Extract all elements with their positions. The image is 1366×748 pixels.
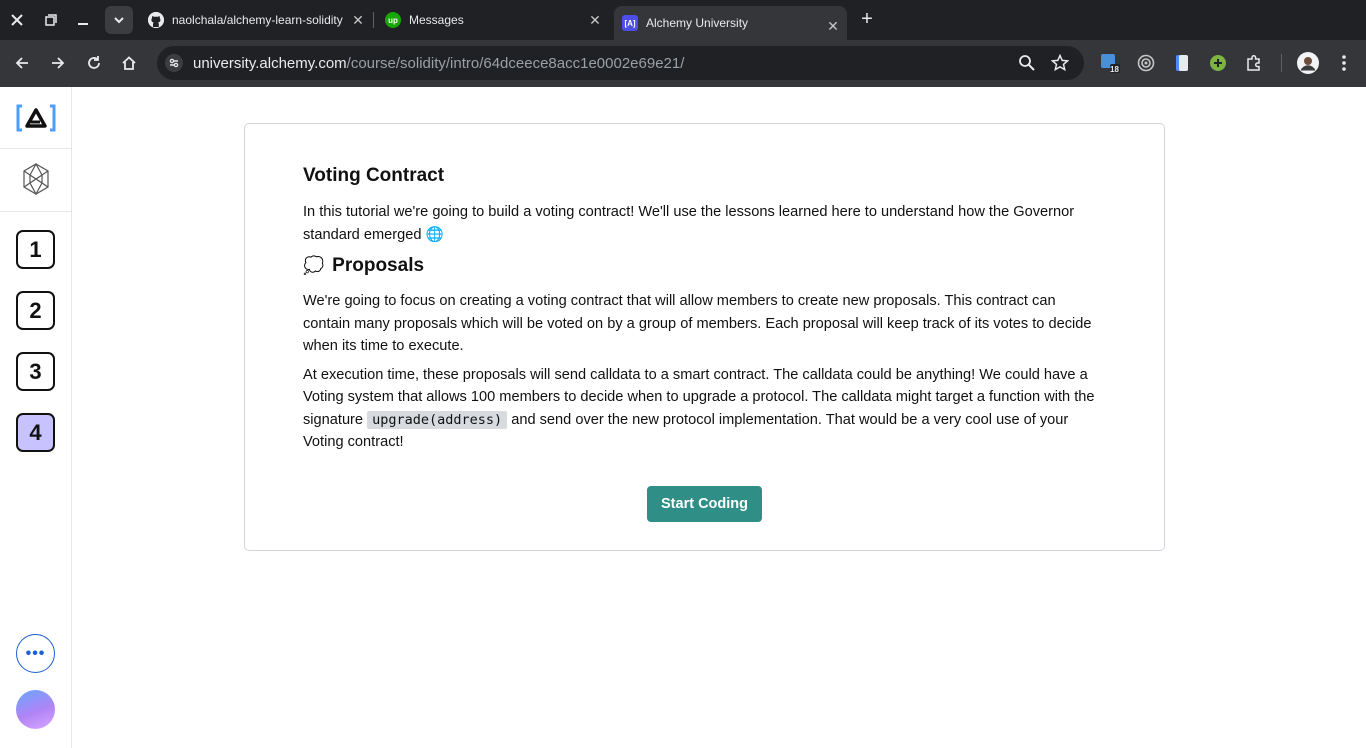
step-1-button[interactable]: 1: [16, 230, 55, 269]
tab-github[interactable]: naolchala/alchemy-learn-solidity ✕: [140, 6, 372, 34]
minimize-window-icon[interactable]: [71, 8, 95, 32]
start-coding-button[interactable]: Start Coding: [647, 486, 762, 522]
address-bar[interactable]: university.alchemy.com/course/solidity/i…: [157, 46, 1084, 80]
extension-badge-count: 18: [1110, 65, 1119, 74]
url-host: university.alchemy.com: [193, 55, 347, 72]
browser-menu-icon[interactable]: [1334, 53, 1354, 73]
intro-text: In this tutorial we're going to build a …: [303, 204, 1075, 243]
user-avatar[interactable]: [16, 690, 55, 729]
back-icon[interactable]: [10, 51, 34, 75]
restore-window-icon[interactable]: [39, 8, 63, 32]
extension-badge-icon[interactable]: 18: [1100, 53, 1120, 74]
sidebar-divider: [0, 148, 71, 149]
course-sidebar: 1 2 3 4 •••: [0, 87, 72, 748]
sidebar-divider: [0, 211, 71, 212]
section-title: Proposals: [332, 255, 425, 276]
add-extension-icon[interactable]: [1208, 53, 1228, 73]
tab-search-button[interactable]: [105, 6, 133, 34]
extensions-puzzle-icon[interactable]: [1244, 53, 1264, 73]
close-window-icon[interactable]: [5, 8, 29, 32]
reload-icon[interactable]: [82, 51, 106, 75]
lesson-title: Voting Contract: [303, 165, 445, 186]
upwork-icon: up: [385, 12, 401, 28]
zoom-icon[interactable]: [1018, 54, 1036, 72]
tab-title: Alchemy University: [646, 16, 749, 30]
target-extension-icon[interactable]: [1136, 53, 1156, 73]
browser-toolbar: university.alchemy.com/course/solidity/i…: [0, 40, 1366, 87]
section-heading: 💭 Proposals: [303, 252, 1103, 280]
bookmark-star-icon[interactable]: [1051, 54, 1069, 72]
url-path: /course/solidity/intro/64dceece8acc1e000…: [346, 55, 685, 72]
alchemy-icon: [A]: [622, 15, 638, 31]
tab-title: naolchala/alchemy-learn-solidity: [172, 13, 343, 27]
document-extension-icon[interactable]: [1172, 53, 1192, 73]
tab-messages[interactable]: up Messages ✕: [377, 6, 609, 34]
tab-title: Messages: [409, 13, 464, 27]
step-4-button[interactable]: 4: [16, 413, 55, 452]
close-tab-icon[interactable]: ✕: [825, 18, 841, 34]
forward-icon[interactable]: [46, 51, 70, 75]
alchemy-university-logo[interactable]: [16, 103, 56, 133]
tab-separator: [373, 12, 374, 28]
browser-tab-bar: naolchala/alchemy-learn-solidity ✕ up Me…: [0, 0, 1366, 40]
close-tab-icon[interactable]: ✕: [350, 12, 366, 28]
tab-alchemy-university[interactable]: [A] Alchemy University ✕: [614, 6, 847, 40]
more-dots-icon: •••: [25, 644, 46, 662]
profile-avatar-icon[interactable]: [1297, 52, 1319, 74]
home-icon[interactable]: [117, 51, 141, 75]
more-options-button[interactable]: •••: [16, 634, 55, 673]
proposals-paragraph-1: We're going to focus on creating a votin…: [303, 293, 1092, 354]
url-text: university.alchemy.com/course/solidity/i…: [193, 55, 684, 72]
proposals-paragraph-2: At execution time, these proposals will …: [303, 364, 1103, 454]
ethereum-course-icon[interactable]: [22, 163, 50, 195]
function-signature-code: upgrade(address): [367, 410, 508, 429]
close-tab-icon[interactable]: ✕: [587, 12, 603, 28]
toolbar-divider: [1281, 54, 1282, 72]
step-2-button[interactable]: 2: [16, 291, 55, 330]
github-icon: [148, 12, 164, 28]
thought-bubble-icon: 💭: [303, 256, 325, 275]
lesson-content: Voting Contract In this tutorial we're g…: [303, 164, 1103, 460]
new-tab-button[interactable]: +: [855, 8, 879, 32]
globe-icon: 🌐: [425, 226, 444, 243]
site-settings-icon[interactable]: [165, 54, 183, 72]
lesson-card: Voting Contract In this tutorial we're g…: [244, 123, 1165, 551]
chevron-down-icon: [114, 17, 124, 24]
intro-paragraph: In this tutorial we're going to build a …: [303, 201, 1103, 246]
step-3-button[interactable]: 3: [16, 352, 55, 391]
